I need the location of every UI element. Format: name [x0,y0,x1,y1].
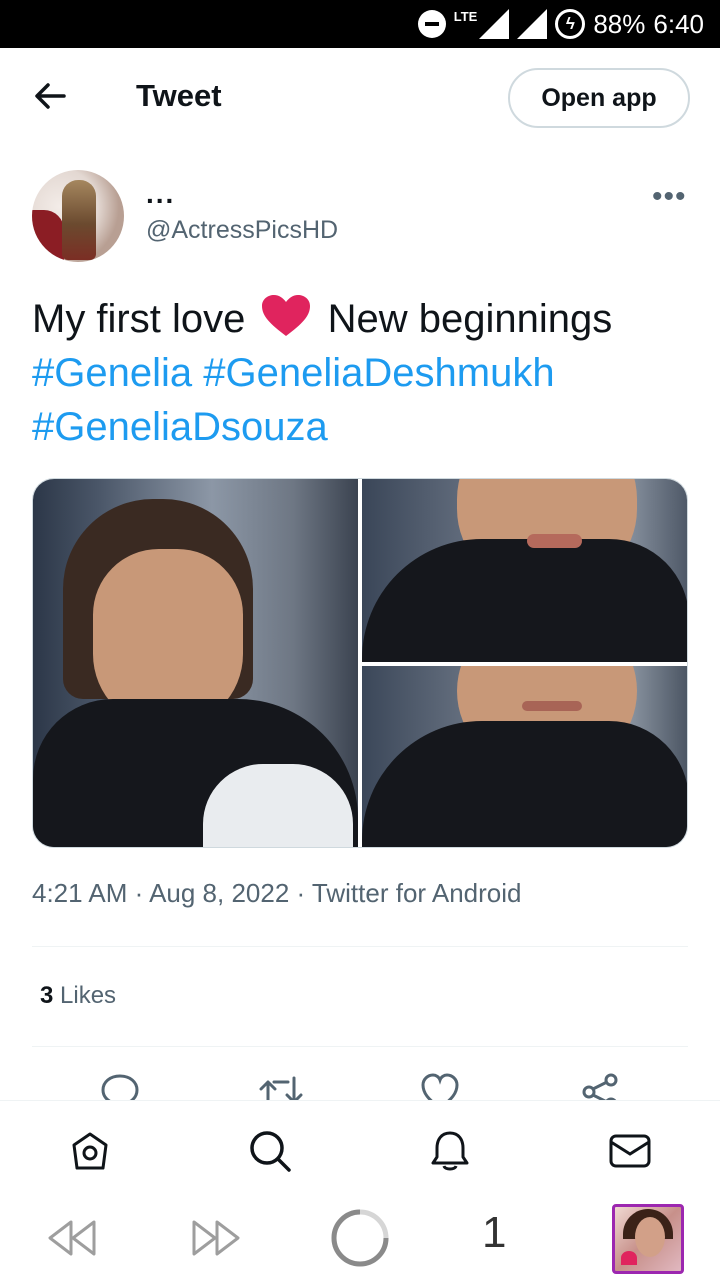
share-icon[interactable] [580,1072,620,1100]
media-grid [32,478,688,848]
likes-count[interactable]: 3 Likes [40,982,116,1010]
battery-charging-icon: ϟ [555,9,586,39]
do-not-disturb-icon [417,10,446,38]
author-name[interactable]: ... [146,178,175,210]
like-icon[interactable] [420,1072,460,1100]
avatar-background [32,210,64,262]
avatar[interactable] [32,170,124,262]
open-app-button[interactable]: Open app [508,68,690,128]
photo-pillow [203,764,353,847]
thumb-face [635,1217,665,1257]
author-handle[interactable]: @ActressPicsHD [146,216,338,245]
more-options-icon[interactable]: ••• [652,180,687,214]
tweet-text-part-2: New beginnings [327,297,613,341]
heart-emoji-icon [262,295,311,336]
divider [32,1046,688,1047]
photo-shirt [362,539,687,662]
back-arrow-icon[interactable] [30,76,70,116]
tweet-text: My first love New beginnings #Genelia #G… [32,292,692,454]
tweet-timestamp[interactable]: 4:21 AM · Aug 8, 2022 · Twitter for Andr… [32,878,521,909]
tweet-photo-2[interactable] [362,479,687,662]
fast-forward-icon[interactable] [190,1218,242,1258]
signal-icon-2 [517,9,548,39]
likes-number: 3 [40,982,54,1009]
likes-label: Likes [60,982,117,1009]
browser-toolbar: 1 [0,1196,720,1280]
home-icon[interactable] [68,1129,112,1173]
rewind-icon[interactable] [46,1218,98,1258]
search-icon[interactable] [248,1129,292,1173]
status-bar: LTE ϟ 88% 6:40 [0,0,720,48]
tab-count[interactable]: 1 [482,1208,506,1258]
retweet-icon[interactable] [258,1072,304,1100]
thumb-heart-icon [621,1251,637,1265]
tweet-text-part-1: My first love [32,297,246,341]
reply-icon[interactable] [100,1072,140,1100]
tweet-photo-3[interactable] [362,666,687,847]
photo-shirt [362,721,687,847]
avatar-figure [62,180,96,260]
photo-lips [522,701,582,711]
divider [32,946,688,947]
mail-icon[interactable] [608,1129,652,1173]
hashtag-link[interactable]: #Genelia [32,351,192,395]
tab-thumbnail[interactable] [612,1204,684,1274]
clock: 6:40 [653,8,704,39]
bell-icon[interactable] [428,1129,472,1173]
header: Tweet Open app [0,48,720,148]
photo-lips [527,534,582,548]
status-icons: LTE ϟ 88% 6:40 [417,0,704,48]
hashtag-link[interactable]: #GeneliaDeshmukh [203,351,554,395]
battery-percent: 88% [593,8,646,39]
bottom-navigation [0,1100,720,1196]
network-type: LTE [453,8,478,24]
page-title: Tweet [136,78,222,113]
tweet-photo-1[interactable] [33,479,358,847]
loading-spinner-icon[interactable] [330,1208,390,1268]
tweet-actions [0,1062,720,1100]
hashtag-link[interactable]: #GeneliaDsouza [32,405,328,449]
signal-icon [479,9,510,39]
